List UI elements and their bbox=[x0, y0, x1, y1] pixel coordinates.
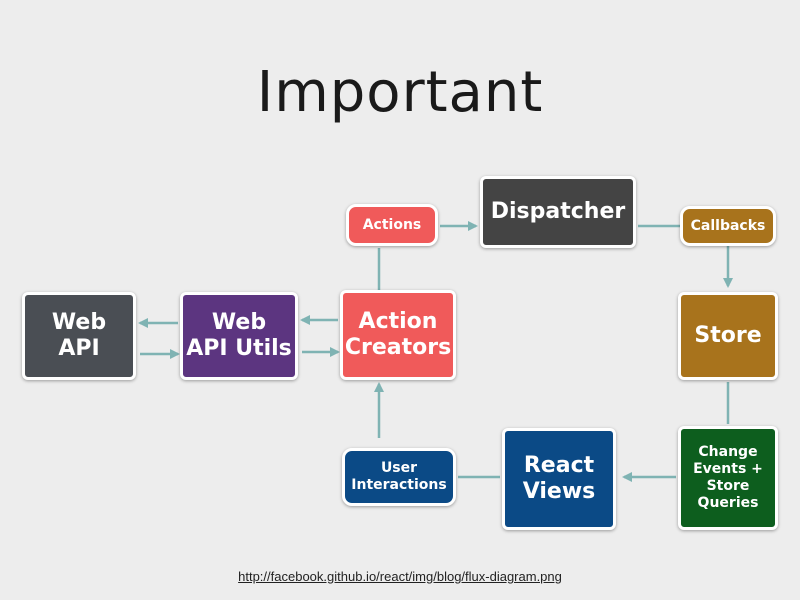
dispatcher-node: Dispatcher bbox=[480, 176, 636, 248]
web-api-node: Web API bbox=[22, 292, 136, 380]
action-creators-line-2: Creators bbox=[344, 335, 452, 360]
web-api-line-1: Web bbox=[51, 309, 107, 335]
store-node: Store bbox=[678, 292, 778, 380]
react-views-line-1: React bbox=[523, 452, 595, 478]
change-events-line-4: Queries bbox=[697, 494, 759, 511]
web-api-utils-line-1: Web bbox=[211, 309, 267, 335]
user-interactions-node: User Interactions bbox=[342, 448, 456, 506]
actions-node: Actions bbox=[346, 204, 438, 246]
callbacks-label: Callbacks bbox=[690, 217, 766, 234]
change-events-line-2: Events + bbox=[693, 461, 763, 478]
store-label: Store bbox=[694, 322, 762, 348]
user-interactions-line-1: User bbox=[380, 460, 418, 477]
change-events-node: Change Events + Store Queries bbox=[678, 426, 778, 530]
source-link[interactable]: http://facebook.github.io/react/img/blog… bbox=[0, 569, 800, 584]
callbacks-node: Callbacks bbox=[680, 206, 776, 246]
dispatcher-label: Dispatcher bbox=[490, 198, 626, 224]
web-api-utils-node: Web API Utils bbox=[180, 292, 298, 380]
action-creators-node: Action Creators bbox=[340, 290, 456, 380]
slide: Important Actions Dispatcher Callbacks S… bbox=[0, 0, 800, 600]
react-views-node: React Views bbox=[502, 428, 616, 530]
web-api-utils-line-2: API Utils bbox=[186, 336, 292, 361]
change-events-line-1: Change bbox=[698, 444, 758, 461]
web-api-line-2: API bbox=[58, 336, 100, 361]
change-events-line-3: Store bbox=[706, 478, 750, 494]
user-interactions-line-2: Interactions bbox=[351, 477, 447, 493]
react-views-line-2: Views bbox=[522, 479, 596, 504]
action-creators-line-1: Action bbox=[358, 308, 438, 334]
actions-label: Actions bbox=[362, 216, 422, 233]
